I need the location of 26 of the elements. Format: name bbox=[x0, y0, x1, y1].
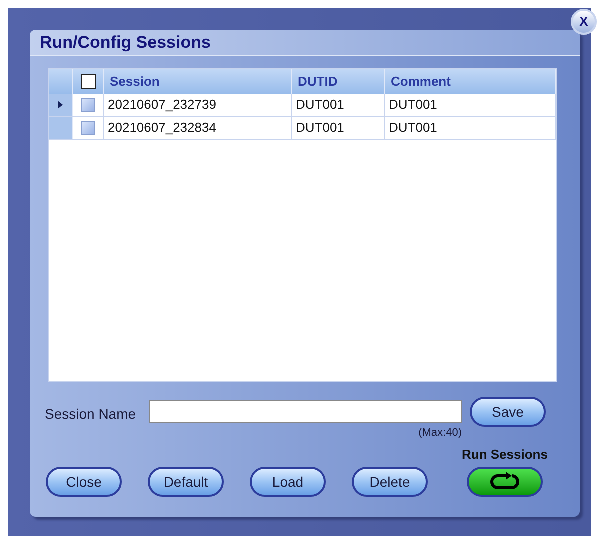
save-button[interactable]: Save bbox=[470, 397, 546, 427]
close-button[interactable]: Close bbox=[46, 467, 122, 497]
column-header[interactable]: DUTID bbox=[292, 69, 385, 94]
run-sessions-label: Run Sessions bbox=[462, 446, 548, 464]
run-sessions-button[interactable] bbox=[466, 467, 543, 497]
window-title: Run/Config Sessions bbox=[40, 32, 211, 54]
session-name-field[interactable] bbox=[149, 400, 462, 423]
load-button[interactable]: Load bbox=[250, 467, 326, 497]
column-header[interactable]: Comment bbox=[385, 69, 556, 94]
current-row-icon bbox=[58, 101, 63, 109]
table-cell: DUT001 bbox=[292, 94, 385, 116]
default-button[interactable]: Default bbox=[148, 467, 224, 497]
session-name-label: Session Name bbox=[45, 405, 138, 424]
table-cell: DUT001 bbox=[385, 117, 556, 139]
table-cell: 20210607_232834 bbox=[104, 117, 292, 139]
checkbox[interactable] bbox=[81, 121, 95, 135]
table-cell: 20210607_232739 bbox=[104, 94, 292, 116]
max-length-hint: (Max:40) bbox=[418, 426, 462, 441]
table-cell: DUT001 bbox=[385, 94, 556, 116]
row-header[interactable] bbox=[49, 94, 73, 116]
checkbox[interactable] bbox=[81, 98, 95, 112]
delete-button[interactable]: Delete bbox=[352, 467, 428, 497]
column-header[interactable]: Session bbox=[104, 69, 292, 94]
loop-icon bbox=[490, 472, 520, 492]
checkbox[interactable] bbox=[80, 74, 96, 89]
table-cell: DUT001 bbox=[292, 117, 385, 139]
